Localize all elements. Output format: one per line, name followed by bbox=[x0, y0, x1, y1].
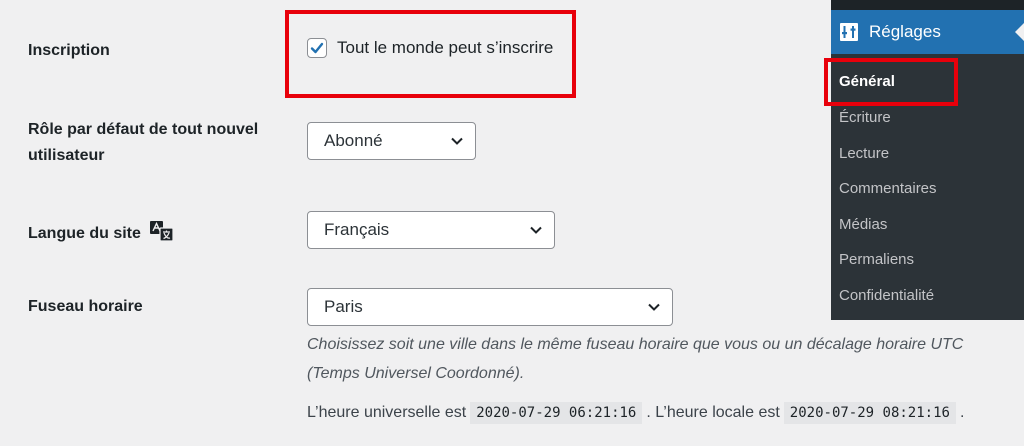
highlight-box-registration bbox=[285, 10, 576, 98]
timezone-label: Fuseau horaire bbox=[28, 298, 143, 315]
default-role-label-line1: Rôle par défaut de tout nouvel bbox=[28, 121, 259, 138]
time-suffix: . bbox=[959, 404, 965, 421]
local-time-code: 2020-07-29 08:21:16 bbox=[783, 402, 956, 424]
highlight-box-general bbox=[824, 58, 958, 106]
translation-icon bbox=[150, 221, 174, 242]
registration-label: Inscription bbox=[28, 42, 110, 59]
submenu-item-commentaires[interactable]: Commentaires bbox=[839, 180, 937, 197]
chevron-down-icon bbox=[648, 303, 660, 311]
local-time-prefix: . L’heure locale est bbox=[646, 404, 780, 421]
submenu-item-confidentialite[interactable]: Confidentialité bbox=[839, 287, 934, 304]
site-language-label-wrap: Langue du site bbox=[28, 220, 175, 247]
timezone-description-line1: Choisissez soit une ville dans le même f… bbox=[307, 336, 964, 353]
universal-time-prefix: L’heure universelle est bbox=[307, 404, 467, 421]
default-role-value: Abonné bbox=[324, 131, 383, 150]
timezone-select[interactable]: Paris bbox=[307, 288, 673, 326]
default-role-select[interactable]: Abonné bbox=[307, 122, 476, 160]
default-role-label: Rôle par défaut de tout nouvel utilisate… bbox=[28, 117, 258, 169]
timezone-value: Paris bbox=[324, 297, 363, 316]
menu-top-strip bbox=[831, 0, 1024, 10]
timezone-description: Choisissez soit une ville dans le même f… bbox=[307, 330, 1017, 388]
menu-item-reglages[interactable]: Réglages bbox=[831, 10, 1024, 54]
universal-time-code: 2020-07-29 06:21:16 bbox=[470, 402, 643, 424]
site-language-value: Français bbox=[324, 220, 390, 239]
site-language-label: Langue du site bbox=[28, 225, 141, 242]
submenu-item-lecture[interactable]: Lecture bbox=[839, 145, 889, 162]
chevron-down-icon bbox=[451, 137, 463, 145]
site-language-select[interactable]: Français bbox=[307, 211, 555, 249]
time-info-row: L’heure universelle est 2020-07-29 06:21… bbox=[307, 402, 964, 424]
timezone-description-line2: (Temps Universel Coordonné). bbox=[307, 365, 525, 382]
settings-sliders-icon bbox=[840, 23, 858, 41]
submenu-item-medias[interactable]: Médias bbox=[839, 216, 887, 233]
menu-head-label: Réglages bbox=[869, 22, 941, 41]
admin-settings-menu: Réglages Général Écriture Lecture Commen… bbox=[831, 0, 1024, 320]
default-role-label-line2: utilisateur bbox=[28, 147, 105, 164]
submenu-item-ecriture[interactable]: Écriture bbox=[839, 109, 891, 126]
chevron-down-icon bbox=[530, 226, 542, 234]
submenu-item-permaliens[interactable]: Permaliens bbox=[839, 251, 914, 268]
current-menu-arrow bbox=[1015, 23, 1024, 41]
